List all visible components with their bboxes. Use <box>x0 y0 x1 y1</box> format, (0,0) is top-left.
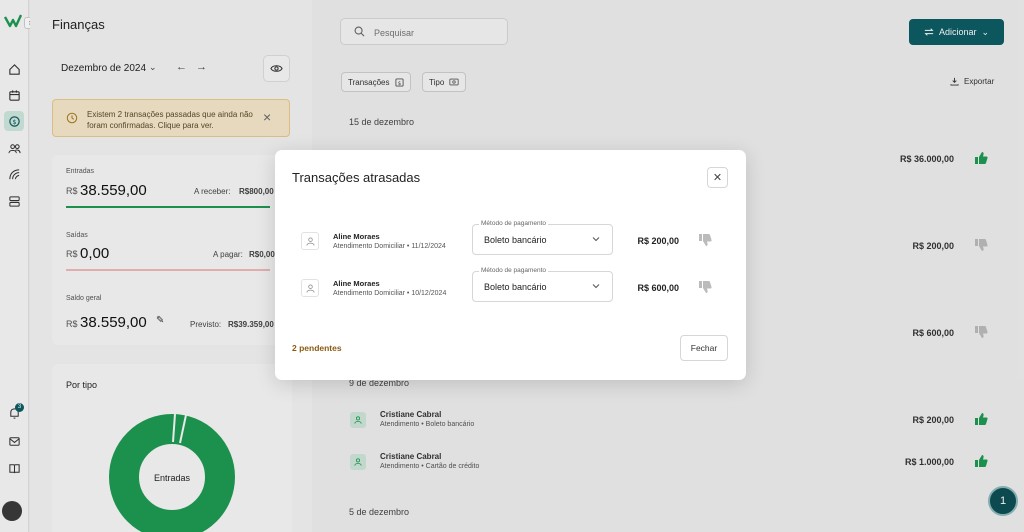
overdue-transactions-modal: Transações atrasadas ✕ Aline Moraes Aten… <box>275 150 746 380</box>
pending-count: 2 pendentes <box>292 343 342 353</box>
modal-title: Transações atrasadas <box>292 170 421 185</box>
fechar-button[interactable]: Fechar <box>680 335 728 361</box>
row-avatar <box>301 232 319 250</box>
row-avatar <box>301 279 319 297</box>
chevron-down-icon <box>592 284 600 289</box>
user-icon <box>305 283 315 293</box>
thumbs-down-icon[interactable] <box>698 280 712 294</box>
row-amount: R$ 200,00 <box>637 236 679 246</box>
thumbs-down-icon[interactable] <box>698 233 712 247</box>
user-icon <box>305 236 315 246</box>
payment-method-select[interactable]: Método de pagamento Boleto bancário <box>472 220 613 255</box>
chevron-down-icon <box>592 237 600 242</box>
selected-method: Boleto bancário <box>484 282 547 292</box>
selected-method: Boleto bancário <box>484 235 547 245</box>
modal-close-button[interactable]: ✕ <box>707 167 728 188</box>
payment-method-select[interactable]: Método de pagamento Boleto bancário <box>472 267 613 302</box>
field-label: Método de pagamento <box>479 220 549 227</box>
row-desc: Atendimento Domiciliar • 11/12/2024 <box>333 243 446 250</box>
row-amount: R$ 600,00 <box>637 283 679 293</box>
field-label: Método de pagamento <box>479 267 549 274</box>
row-name: Aline Moraes <box>333 232 380 241</box>
close-icon: ✕ <box>712 172 723 184</box>
row-desc: Atendimento Domiciliar • 10/12/2024 <box>333 290 447 297</box>
row-name: Aline Moraes <box>333 279 380 288</box>
